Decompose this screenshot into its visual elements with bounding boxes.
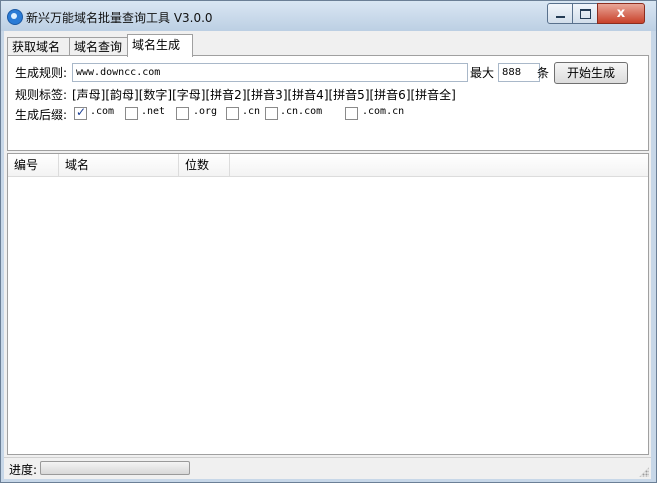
checkbox-org[interactable] bbox=[176, 107, 189, 120]
checkbox-cn-com[interactable] bbox=[265, 107, 278, 120]
suffix-org-label: .org bbox=[193, 106, 218, 117]
app-window: 新兴万能域名批量查询工具 V3.0.0 x 获取域名 域名查询 域名生成 生成规… bbox=[0, 0, 657, 483]
generate-panel: 生成规则: www.downcc.com 最大 888 条 开始生成 规则标签:… bbox=[7, 55, 649, 151]
close-button[interactable]: x bbox=[597, 3, 645, 24]
column-length[interactable]: 位数 bbox=[179, 154, 230, 176]
minimize-button[interactable] bbox=[547, 3, 573, 24]
suffix-com-label: .com bbox=[90, 106, 115, 117]
tag-yunmu[interactable]: [韵母] bbox=[105, 88, 138, 102]
window-title: 新兴万能域名批量查询工具 V3.0.0 bbox=[26, 11, 213, 25]
rule-label: 生成规则: bbox=[15, 66, 68, 80]
max-count-input[interactable]: 888 bbox=[498, 63, 540, 82]
progress-label: 进度: bbox=[9, 463, 38, 477]
tag-letter[interactable]: [字母] bbox=[172, 88, 205, 102]
checkbox-com[interactable] bbox=[74, 105, 87, 120]
maximize-icon bbox=[579, 8, 591, 19]
count-unit-label: 条 bbox=[537, 66, 550, 80]
suffix-cn-label: .cn bbox=[242, 106, 261, 117]
tab-get-domains[interactable]: 获取域名 bbox=[7, 37, 73, 56]
rule-input[interactable]: www.downcc.com bbox=[72, 63, 468, 82]
tab-domain-generate[interactable]: 域名生成 bbox=[127, 34, 193, 57]
tag-pinyin5[interactable]: [拼音5] bbox=[329, 88, 370, 102]
column-domain[interactable]: 域名 bbox=[59, 154, 179, 176]
tag-pinyin6[interactable]: [拼音6] bbox=[370, 88, 411, 102]
suffix-label: 生成后缀: bbox=[15, 108, 68, 122]
tag-pinyin2[interactable]: [拼音2] bbox=[206, 88, 247, 102]
checkbox-cn[interactable] bbox=[226, 107, 239, 120]
close-icon: x bbox=[616, 6, 626, 21]
minimize-icon bbox=[555, 15, 565, 18]
app-icon bbox=[7, 9, 23, 25]
suffix-com-cn-label: .com.cn bbox=[362, 106, 405, 117]
column-number[interactable]: 编号 bbox=[8, 154, 59, 176]
status-bar: 进度: bbox=[4, 457, 651, 479]
tag-pinyin-full[interactable]: [拼音全] bbox=[411, 88, 456, 102]
progress-bar bbox=[40, 461, 190, 475]
tags-label: 规则标签: bbox=[15, 88, 68, 102]
resize-grip-icon[interactable] bbox=[639, 467, 649, 477]
client-area: 获取域名 域名查询 域名生成 生成规则: www.downcc.com 最大 8… bbox=[4, 31, 651, 479]
domain-list[interactable]: 编号 域名 位数 bbox=[7, 153, 649, 455]
max-label: 最大 bbox=[470, 66, 495, 80]
tab-domain-query[interactable]: 域名查询 bbox=[69, 37, 135, 56]
tag-shengmu[interactable]: [声母] bbox=[72, 88, 105, 102]
maximize-button[interactable] bbox=[572, 3, 598, 24]
title-bar[interactable]: 新兴万能域名批量查询工具 V3.0.0 x bbox=[1, 1, 656, 31]
rule-tags: [声母][韵母][数字][字母][拼音2][拼音3][拼音4][拼音5][拼音6… bbox=[72, 86, 456, 103]
tag-digit[interactable]: [数字] bbox=[139, 88, 172, 102]
tag-pinyin4[interactable]: [拼音4] bbox=[288, 88, 329, 102]
checkbox-net[interactable] bbox=[125, 107, 138, 120]
suffix-net-label: .net bbox=[141, 106, 166, 117]
suffix-cn-com-label: .cn.com bbox=[280, 106, 323, 117]
start-generate-button[interactable]: 开始生成 bbox=[554, 62, 628, 84]
tag-pinyin3[interactable]: [拼音3] bbox=[247, 88, 288, 102]
list-header: 编号 域名 位数 bbox=[8, 154, 648, 177]
checkbox-com-cn[interactable] bbox=[345, 107, 358, 120]
